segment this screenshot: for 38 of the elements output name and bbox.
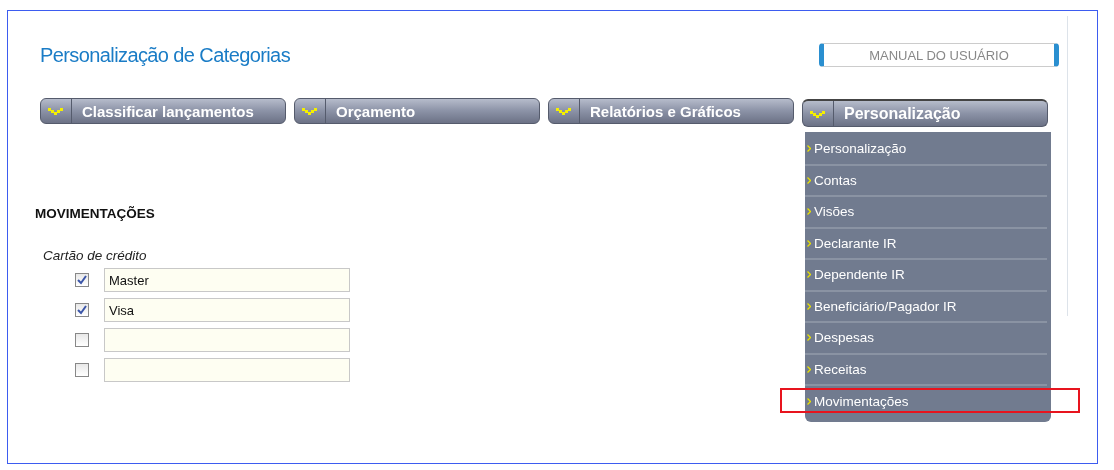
- checkbox[interactable]: [75, 273, 89, 287]
- text-field[interactable]: Master: [104, 268, 350, 292]
- menu-item[interactable]: Movimentações: [805, 386, 1047, 418]
- checkmark-icon: [810, 108, 826, 119]
- group-label: Cartão de crédito: [43, 248, 148, 263]
- text-field[interactable]: Visa: [104, 298, 350, 322]
- chevron-icon: [807, 208, 811, 216]
- menu-tab[interactable]: Classificar lançamentos: [40, 98, 286, 124]
- chevron-icon: [807, 334, 811, 342]
- menu-item[interactable]: Personalização: [805, 134, 1047, 166]
- chevron-icon: [807, 302, 811, 310]
- chevron-icon: [807, 239, 811, 247]
- menu-item[interactable]: Visões: [805, 197, 1047, 229]
- menu-tab[interactable]: Orçamento: [294, 98, 540, 124]
- checkmark-icon: [302, 106, 318, 116]
- section-heading: MOVIMENTAÇÕES: [35, 206, 156, 221]
- page-title: Personalização de Categorias: [40, 43, 291, 67]
- menu-tab[interactable]: Personalização: [802, 99, 1048, 127]
- checkbox[interactable]: [75, 333, 89, 347]
- manual-button[interactable]: MANUAL DO USUÁRIO: [819, 43, 1059, 67]
- chevron-icon: [807, 145, 811, 153]
- chevron-icon: [807, 176, 811, 184]
- menu-item[interactable]: Receitas: [805, 354, 1047, 386]
- menu-item[interactable]: Beneficiário/Pagador IR: [805, 291, 1047, 323]
- chevron-icon: [807, 398, 811, 406]
- chevron-icon: [807, 271, 811, 279]
- menu-item[interactable]: Dependente IR: [805, 260, 1047, 292]
- checkbox[interactable]: [75, 363, 89, 377]
- menu-item[interactable]: Contas: [805, 165, 1047, 197]
- checkmark-icon: [556, 106, 572, 116]
- menu-item[interactable]: Despesas: [805, 323, 1047, 355]
- checkmark-icon: [48, 106, 64, 116]
- text-field[interactable]: [104, 328, 350, 352]
- menu-item[interactable]: Declarante IR: [805, 228, 1047, 260]
- checkbox[interactable]: [75, 303, 89, 317]
- text-field[interactable]: [104, 358, 350, 382]
- chevron-icon: [807, 365, 811, 373]
- menu-tab[interactable]: Relatórios e Gráficos: [548, 98, 794, 124]
